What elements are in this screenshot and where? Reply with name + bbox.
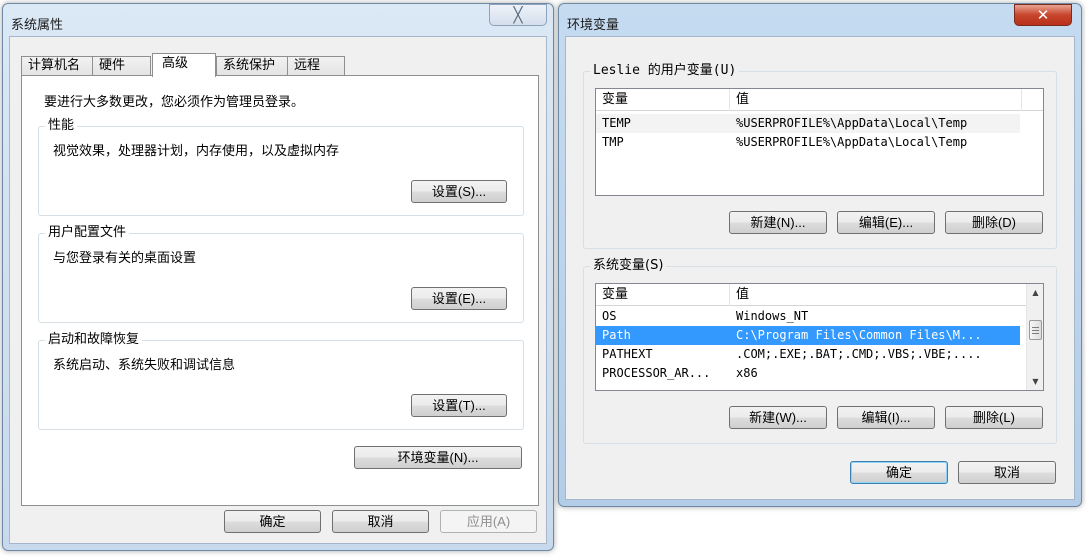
user-edit-button[interactable]: 编辑(E)...	[837, 211, 935, 234]
scroll-down-icon[interactable]: ▼	[1027, 373, 1043, 390]
apply-button[interactable]: 应用(A)	[440, 510, 537, 533]
tab-label: 系统保护	[223, 58, 276, 73]
variable-value: %USERPROFILE%\AppData\Local\Temp	[736, 116, 968, 130]
list-item[interactable]: PATHEXT .COM;.EXE;.BAT;.CMD;.VBS;.VBE;..…	[596, 345, 1020, 364]
close-button[interactable]: ✕	[1014, 4, 1072, 26]
ok-button[interactable]: 确定	[224, 510, 321, 533]
column-header-name[interactable]: 变量	[596, 284, 730, 306]
column-header-value[interactable]: 值	[730, 89, 1022, 111]
group-title: 启动和故障恢复	[45, 332, 143, 348]
group-description: 与您登录有关的桌面设置	[53, 251, 197, 266]
tab-system-protection[interactable]: 系统保护	[216, 56, 288, 76]
close-icon: ✕	[1036, 5, 1050, 24]
variable-name: OS	[602, 309, 617, 323]
system-variables-list[interactable]: 变量 值 OS Windows_NT Path C:\Program Files…	[595, 283, 1044, 391]
environment-variables-button[interactable]: 环境变量(N)...	[354, 446, 522, 469]
variable-name: PROCESSOR_AR...	[602, 366, 711, 380]
group-title: 性能	[45, 118, 78, 134]
environment-variables-window: 环境变量 ✕ Leslie 的用户变量(U) 变量 值 TEMP %USERPR…	[558, 3, 1082, 507]
user-profiles-group: 用户配置文件 与您登录有关的桌面设置 设置(E)...	[38, 225, 524, 323]
variable-value: Windows_NT	[736, 309, 809, 323]
startup-recovery-group: 启动和故障恢复 系统启动、系统失败和调试信息 设置(T)...	[38, 332, 524, 430]
variable-value: %USERPROFILE%\AppData\Local\Temp	[736, 135, 968, 149]
tab-label: 硬件	[99, 58, 126, 73]
system-delete-button[interactable]: 删除(L)	[945, 406, 1043, 429]
ok-button[interactable]: 确定	[850, 461, 948, 484]
system-properties-window: 系统属性 ╳ 计算机名 硬件 高级 系统保护 远程 要进行大多数更改，您必须作为…	[2, 3, 554, 551]
list-header: 变量 值	[596, 284, 1026, 306]
user-variables-list[interactable]: 变量 值 TEMP %USERPROFILE%\AppData\Local\Te…	[595, 88, 1044, 196]
list-item[interactable]: OS Windows_NT	[596, 307, 1020, 326]
group-title: Leslie 的用户变量(U)	[590, 63, 740, 79]
tab-computer-name[interactable]: 计算机名	[21, 56, 93, 76]
system-variables-group: 系统变量(S) 变量 值 OS Windows_NT Path C:\Progr…	[583, 258, 1057, 444]
variable-name: TEMP	[602, 116, 631, 130]
user-profiles-settings-button[interactable]: 设置(E)...	[411, 287, 507, 310]
scroll-up-icon[interactable]: ▲	[1027, 284, 1043, 301]
list-item[interactable]: TEMP %USERPROFILE%\AppData\Local\Temp	[596, 114, 1020, 133]
scrollbar-thumb[interactable]	[1029, 320, 1042, 340]
list-item[interactable]: TMP %USERPROFILE%\AppData\Local\Temp	[596, 133, 1020, 152]
admin-notice: 要进行大多数更改，您必须作为管理员登录。	[44, 95, 305, 110]
list-item-selected[interactable]: Path C:\Program Files\Common Files\M...	[596, 326, 1020, 345]
group-title: 系统变量(S)	[590, 258, 667, 274]
vertical-scrollbar[interactable]: ▲ ▼	[1026, 284, 1043, 390]
variable-value: C:\Program Files\Common Files\M...	[736, 328, 982, 342]
system-new-button[interactable]: 新建(W)...	[729, 406, 827, 429]
cancel-button[interactable]: 取消	[958, 461, 1056, 484]
variable-name: PATHEXT	[602, 347, 653, 361]
column-header-name[interactable]: 变量	[596, 89, 730, 111]
performance-group: 性能 视觉效果，处理器计划，内存使用，以及虚拟内存 设置(S)...	[38, 118, 524, 216]
group-description: 系统启动、系统失败和调试信息	[53, 358, 236, 373]
list-item[interactable]: PROCESSOR_AR... x86	[596, 364, 1020, 383]
advanced-tab-panel: 要进行大多数更改，您必须作为管理员登录。 性能 视觉效果，处理器计划，内存使用，…	[21, 75, 539, 506]
startup-recovery-settings-button[interactable]: 设置(T)...	[411, 394, 507, 417]
variable-name: TMP	[602, 135, 624, 149]
user-variables-group: Leslie 的用户变量(U) 变量 值 TEMP %USERPROFILE%\…	[583, 63, 1057, 249]
system-edit-button[interactable]: 编辑(I)...	[837, 406, 935, 429]
group-title: 用户配置文件	[45, 225, 130, 241]
tab-label: 高级	[162, 56, 189, 71]
column-header-value[interactable]: 值	[730, 284, 1020, 306]
close-icon: ╳	[513, 5, 523, 24]
window-title: 环境变量	[567, 18, 620, 33]
group-description: 视觉效果，处理器计划，内存使用，以及虚拟内存	[53, 144, 340, 159]
tab-hardware[interactable]: 硬件	[92, 56, 151, 76]
list-header: 变量 值	[596, 89, 1043, 111]
variable-name: Path	[602, 328, 631, 342]
close-button[interactable]: ╳	[489, 4, 547, 26]
tab-remote[interactable]: 远程	[287, 56, 345, 76]
variable-value: .COM;.EXE;.BAT;.CMD;.VBS;.VBE;....	[736, 347, 982, 361]
window-title: 系统属性	[11, 18, 64, 33]
cancel-button[interactable]: 取消	[332, 510, 429, 533]
tab-label: 远程	[294, 58, 321, 73]
tab-label: 计算机名	[28, 58, 81, 73]
user-new-button[interactable]: 新建(N)...	[729, 211, 827, 234]
performance-settings-button[interactable]: 设置(S)...	[411, 180, 507, 203]
variable-value: x86	[736, 366, 758, 380]
tab-advanced[interactable]: 高级	[152, 53, 216, 77]
user-delete-button[interactable]: 删除(D)	[945, 211, 1043, 234]
